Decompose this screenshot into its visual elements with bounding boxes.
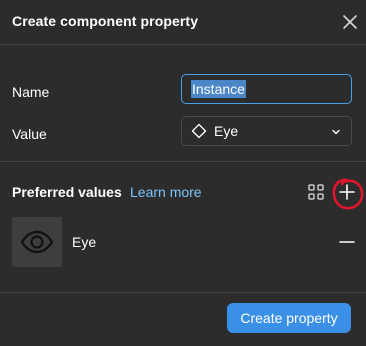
footer-divider — [0, 292, 366, 293]
preferred-item-label: Eye — [72, 234, 97, 250]
value-select[interactable]: Eye — [181, 116, 352, 146]
remove-icon[interactable] — [338, 240, 356, 244]
name-input[interactable]: Instance — [181, 74, 352, 104]
create-property-button[interactable]: Create property — [227, 303, 351, 333]
name-input-value[interactable]: Instance — [191, 80, 246, 98]
dialog-header: Create component property — [0, 0, 366, 44]
component-diamond-icon — [191, 123, 207, 139]
value-label: Value — [12, 126, 47, 142]
eye-icon — [20, 230, 54, 254]
chevron-down-icon — [332, 129, 340, 135]
header-divider — [0, 44, 366, 45]
add-icon[interactable] — [336, 181, 358, 203]
close-icon[interactable] — [338, 10, 362, 34]
preferred-item-thumbnail — [12, 217, 62, 267]
grid-icon[interactable] — [307, 183, 325, 201]
dialog-title: Create component property — [12, 13, 199, 29]
name-label: Name — [12, 84, 50, 100]
section-divider — [0, 161, 366, 162]
learn-more-link[interactable]: Learn more — [130, 184, 202, 200]
preferred-values-label: Preferred values — [12, 184, 122, 200]
value-select-text: Eye — [214, 123, 239, 139]
